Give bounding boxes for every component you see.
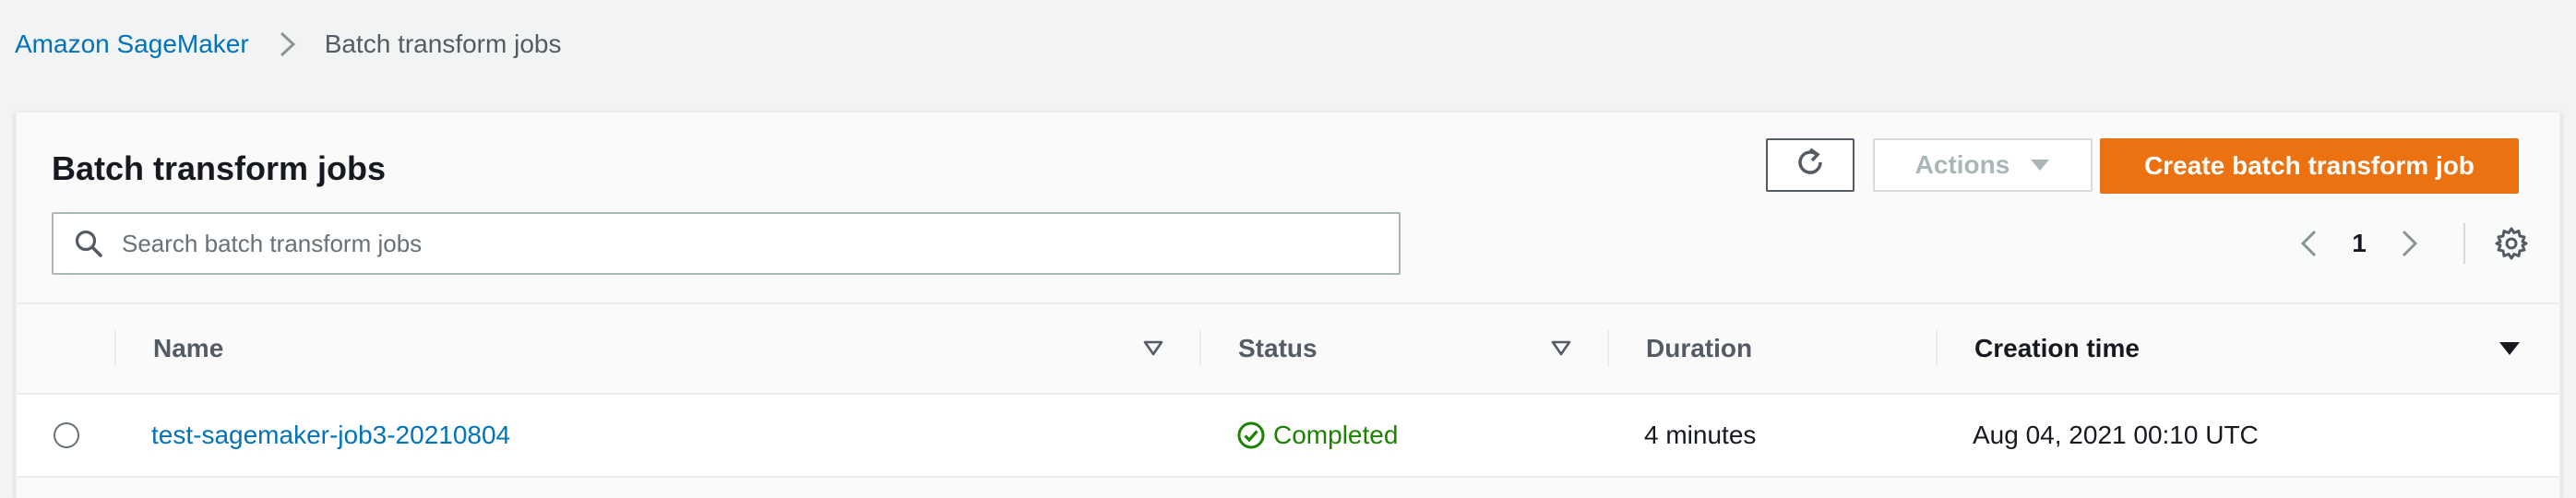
sort-caret-icon[interactable] [1142, 338, 1164, 360]
chevron-right-icon[interactable] [2391, 225, 2428, 262]
column-separator [1199, 330, 1201, 367]
table-header: Name Status Duration Creation time [17, 302, 2559, 395]
status-cell: Completed [1236, 395, 1398, 476]
sort-caret-icon[interactable] [1550, 338, 1572, 360]
sort-caret-down-icon[interactable] [2498, 338, 2521, 360]
column-header-status[interactable]: Status [1238, 304, 1318, 393]
page-title: Batch transform jobs [52, 149, 387, 187]
actions-label: Actions [1914, 150, 2010, 179]
search-box [52, 212, 1401, 275]
refresh-button[interactable] [1766, 138, 1854, 192]
column-header-creation-time[interactable]: Creation time [1974, 304, 2140, 393]
breadcrumb-current: Batch transform jobs [324, 30, 562, 58]
search-icon [72, 227, 105, 260]
refresh-icon [1792, 144, 1829, 187]
table-row[interactable]: test-sagemaker-job3-20210804 Completed 4… [17, 395, 2559, 478]
breadcrumb: Amazon SageMaker Batch transform jobs [15, 26, 561, 63]
gear-icon[interactable] [2491, 223, 2532, 264]
chevron-left-icon[interactable] [2290, 225, 2327, 262]
caret-down-icon [2030, 158, 2050, 172]
divider [2463, 223, 2465, 264]
column-separator [1607, 330, 1609, 367]
pagination: 1 [2290, 216, 2428, 271]
search-input[interactable] [122, 229, 1358, 258]
batch-transform-jobs-panel: Batch transform jobs Actions Create batc… [15, 111, 2561, 498]
breadcrumb-link-sagemaker[interactable]: Amazon SageMaker [15, 30, 249, 59]
column-separator [114, 330, 116, 367]
check-circle-icon [1236, 421, 1266, 450]
status-text: Completed [1273, 421, 1399, 449]
chevron-right-icon [269, 26, 306, 63]
actions-dropdown[interactable]: Actions [1873, 138, 2093, 192]
creation-time-text: Aug 04, 2021 00:10 UTC [1973, 421, 2259, 449]
duration-text: 4 minutes [1644, 421, 1757, 449]
column-separator [1936, 330, 1938, 367]
column-header-name[interactable]: Name [153, 304, 223, 393]
job-name-link[interactable]: test-sagemaker-job3-20210804 [151, 421, 510, 450]
row-select-radio[interactable] [54, 422, 79, 448]
page-number[interactable]: 1 [2327, 229, 2391, 258]
create-batch-transform-job-button[interactable]: Create batch transform job [2100, 138, 2519, 194]
column-header-duration[interactable]: Duration [1646, 304, 1752, 393]
